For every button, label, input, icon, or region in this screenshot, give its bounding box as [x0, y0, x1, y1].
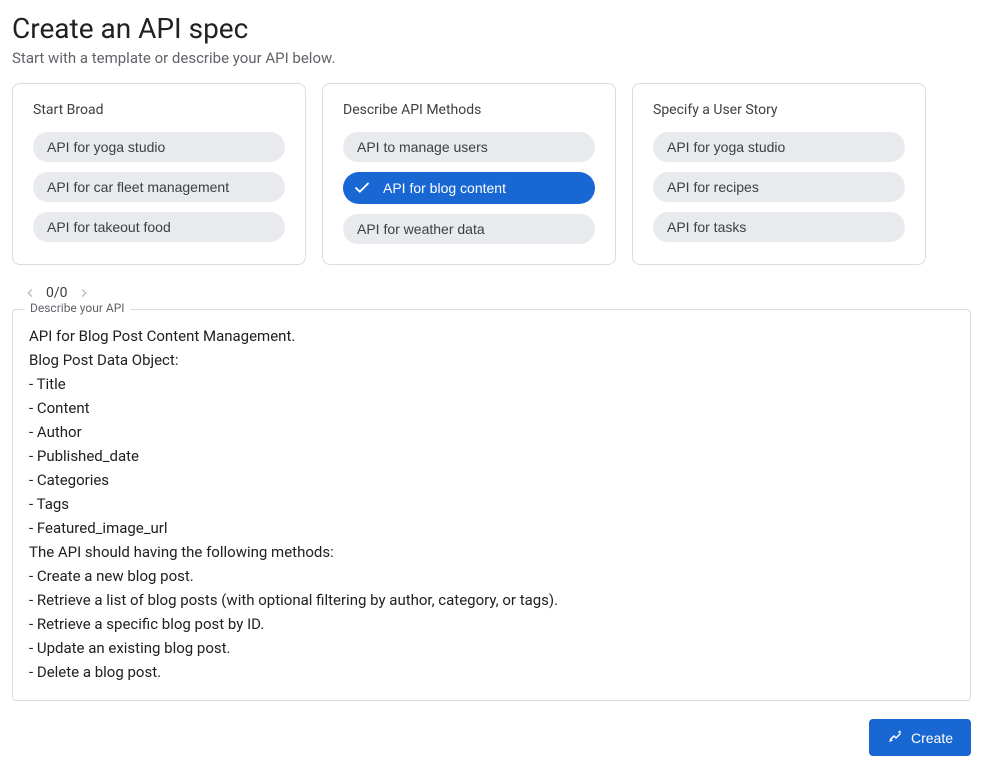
chip-label: API for yoga studio [47, 139, 165, 155]
chip-label: API for takeout food [47, 219, 171, 235]
chip-label: API for car fleet management [47, 179, 229, 195]
describe-legend: Describe your API [25, 301, 130, 315]
chip-tasks[interactable]: API for tasks [653, 212, 905, 242]
pager-count: 0/0 [46, 285, 68, 301]
card-title: Start Broad [33, 102, 285, 118]
pager-next-icon [74, 283, 94, 303]
chip-label: API for yoga studio [667, 139, 785, 155]
chip-label: API to manage users [357, 139, 488, 155]
page-subtitle: Start with a template or describe your A… [12, 49, 971, 67]
chip-blog-content[interactable]: API for blog content [343, 172, 595, 204]
chip-label: API for recipes [667, 179, 759, 195]
check-icon [353, 179, 371, 197]
chip-yoga-studio[interactable]: API for yoga studio [33, 132, 285, 162]
chip-weather-data[interactable]: API for weather data [343, 214, 595, 244]
card-title: Describe API Methods [343, 102, 595, 118]
page-title: Create an API spec [12, 12, 971, 45]
chip-yoga-studio-2[interactable]: API for yoga studio [653, 132, 905, 162]
card-title: Specify a User Story [653, 102, 905, 118]
pager: 0/0 [20, 283, 971, 303]
create-button-label: Create [911, 730, 953, 746]
chip-label: API for weather data [357, 221, 485, 237]
template-cards-row: Start Broad API for yoga studio API for … [12, 83, 971, 265]
chip-label: API for tasks [667, 219, 746, 235]
chip-manage-users[interactable]: API to manage users [343, 132, 595, 162]
pager-prev-icon [20, 283, 40, 303]
describe-api-field[interactable]: Describe your API API for Blog Post Cont… [12, 309, 971, 701]
chip-recipes[interactable]: API for recipes [653, 172, 905, 202]
chip-takeout-food[interactable]: API for takeout food [33, 212, 285, 242]
magic-pen-icon [887, 728, 903, 747]
card-describe-methods: Describe API Methods API to manage users… [322, 83, 616, 265]
card-start-broad: Start Broad API for yoga studio API for … [12, 83, 306, 265]
chip-label: API for blog content [383, 180, 506, 196]
create-button[interactable]: Create [869, 719, 971, 756]
footer: Create [12, 719, 971, 756]
describe-body[interactable]: API for Blog Post Content Management. Bl… [29, 324, 954, 684]
card-user-story: Specify a User Story API for yoga studio… [632, 83, 926, 265]
chip-car-fleet[interactable]: API for car fleet management [33, 172, 285, 202]
